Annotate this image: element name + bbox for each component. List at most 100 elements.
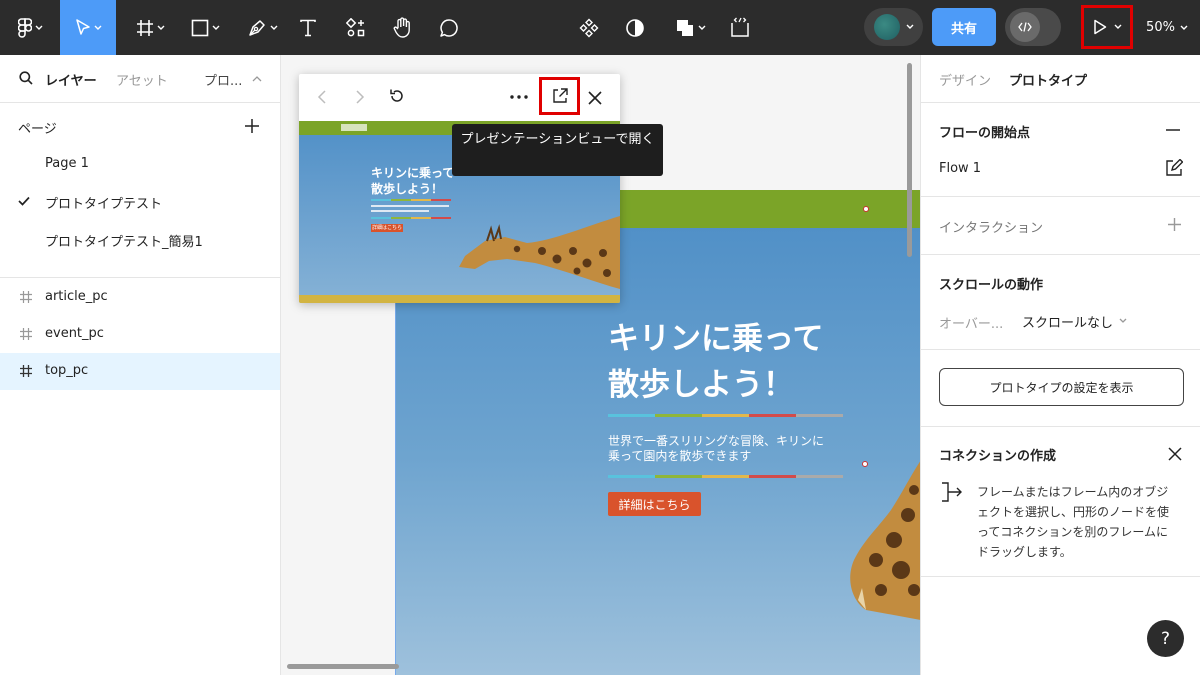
horizontal-scrollbar[interactable] bbox=[287, 664, 399, 669]
tab-assets[interactable]: アセット bbox=[116, 70, 168, 89]
move-tool-button[interactable] bbox=[60, 0, 116, 55]
edit-icon[interactable] bbox=[1165, 159, 1183, 177]
canvas[interactable]: キリンに乗って 散歩しよう！ 世界で一番スリリングな冒険、キリンに 乗って園内を… bbox=[281, 55, 920, 675]
user-avatar-button[interactable] bbox=[864, 8, 923, 46]
connection-help-line: ってコネクションを別のフレームに bbox=[977, 525, 1169, 539]
hand-tool-icon bbox=[393, 16, 410, 38]
more-options-icon[interactable] bbox=[510, 95, 528, 99]
frame-icon bbox=[20, 328, 32, 340]
pen-tool-button[interactable] bbox=[240, 0, 284, 55]
dev-mode-button[interactable] bbox=[724, 0, 756, 55]
thumb-title: キリンに乗って 散歩しよう！ bbox=[371, 166, 455, 196]
layer-row-selected[interactable]: top_pc bbox=[0, 353, 280, 390]
add-page-icon[interactable] bbox=[245, 119, 259, 133]
tab-prototype[interactable]: プロトタイプ bbox=[1009, 70, 1087, 89]
thumb-stripe bbox=[371, 217, 451, 219]
overflow-label: オーバー... bbox=[939, 317, 1004, 332]
share-button[interactable]: 共有 bbox=[932, 8, 996, 46]
present-play-icon bbox=[1093, 19, 1106, 35]
move-tool-icon bbox=[75, 18, 90, 35]
boolean-button[interactable] bbox=[668, 0, 712, 55]
chevron-down-icon bbox=[906, 24, 913, 29]
divider-stripe bbox=[608, 475, 843, 478]
layer-row[interactable]: event_pc bbox=[0, 316, 280, 353]
resources-button[interactable] bbox=[340, 0, 372, 55]
divider-stripe bbox=[608, 414, 843, 417]
overflow-value: スクロールなし bbox=[1022, 315, 1114, 331]
prototype-preview-window[interactable]: キリンに乗って 散歩しよう！ 詳細はこちら bbox=[299, 74, 620, 303]
contrast-button[interactable] bbox=[619, 0, 651, 55]
add-interaction-icon[interactable] bbox=[1168, 218, 1181, 231]
help-button[interactable]: ? bbox=[1147, 620, 1184, 657]
page-item[interactable]: Page 1 bbox=[45, 156, 89, 171]
tab-layers[interactable]: レイヤー bbox=[45, 70, 97, 89]
main-menu-button[interactable] bbox=[8, 0, 52, 55]
thumb-giraffe-image bbox=[459, 216, 620, 289]
hero-subtitle-line2: 乗って園内を散歩できます bbox=[608, 449, 752, 463]
code-toggle-icon bbox=[1018, 22, 1032, 32]
close-icon[interactable] bbox=[588, 91, 602, 105]
zoom-level: 50% bbox=[1146, 20, 1175, 35]
shape-tool-button[interactable] bbox=[183, 0, 227, 55]
zoom-control[interactable]: 50% bbox=[1136, 0, 1198, 55]
component-button[interactable] bbox=[573, 0, 605, 55]
chevron-down-icon bbox=[698, 25, 705, 30]
contrast-icon bbox=[626, 18, 644, 37]
present-button[interactable] bbox=[1081, 5, 1133, 49]
vertical-scrollbar[interactable] bbox=[907, 63, 912, 257]
chevron-down-icon bbox=[1180, 25, 1188, 30]
frame-tool-icon bbox=[136, 19, 153, 36]
tab-design[interactable]: デザイン bbox=[939, 70, 991, 89]
comment-tool-button[interactable] bbox=[433, 0, 465, 55]
minus-icon[interactable] bbox=[1166, 129, 1180, 131]
page-item[interactable]: プロトタイプテスト bbox=[45, 193, 162, 212]
code-toggle-button[interactable] bbox=[1005, 8, 1061, 46]
connection-icon bbox=[942, 482, 962, 502]
frame-tool-button[interactable] bbox=[128, 0, 172, 55]
chevron-down-icon bbox=[212, 25, 219, 30]
close-icon[interactable] bbox=[1168, 447, 1182, 461]
chevron-down-icon bbox=[1114, 24, 1121, 29]
current-page-selector[interactable]: プロ... bbox=[204, 70, 242, 89]
frame-icon bbox=[20, 291, 32, 303]
resources-icon bbox=[346, 17, 365, 36]
thumb-stripe bbox=[371, 199, 451, 201]
node-handle[interactable] bbox=[863, 206, 869, 212]
boolean-icon bbox=[676, 19, 693, 36]
left-sidebar: レイヤー アセット プロ... ページ Page 1 プロトタイプテスト プロト… bbox=[0, 55, 281, 675]
layer-label: article_pc bbox=[45, 289, 108, 304]
search-icon[interactable] bbox=[19, 71, 33, 85]
top-toolbar: 共有 50% bbox=[0, 0, 1200, 55]
thumb-text-lines bbox=[371, 205, 449, 207]
hand-tool-button[interactable] bbox=[386, 0, 418, 55]
chevron-down-icon bbox=[1119, 318, 1127, 323]
chevron-down-icon bbox=[270, 25, 277, 30]
text-tool-button[interactable] bbox=[292, 0, 324, 55]
forward-arrow-icon[interactable] bbox=[355, 90, 365, 104]
hero-cta-button[interactable]: 詳細はこちら bbox=[608, 492, 701, 516]
thumb-cta-button: 詳細はこちら bbox=[371, 224, 403, 232]
flow-name[interactable]: Flow 1 bbox=[939, 161, 981, 176]
thumb-logo bbox=[341, 124, 367, 131]
layer-row[interactable]: article_pc bbox=[0, 279, 280, 316]
pen-tool-icon bbox=[248, 19, 265, 36]
giraffe-image bbox=[850, 461, 920, 620]
overflow-dropdown[interactable]: スクロールなし bbox=[1022, 311, 1127, 331]
connection-heading: コネクションの作成 bbox=[939, 449, 1057, 464]
interaction-heading: インタラクション bbox=[939, 221, 1044, 236]
chevron-down-icon bbox=[157, 25, 164, 30]
back-arrow-icon[interactable] bbox=[317, 90, 327, 104]
scroll-behavior-heading: スクロールの動作 bbox=[939, 278, 1044, 293]
page-item[interactable]: プロトタイプテスト_簡易1 bbox=[45, 231, 203, 250]
restart-icon[interactable] bbox=[389, 88, 405, 104]
connection-help-line: ドラッグします。 bbox=[977, 545, 1072, 559]
text-tool-icon bbox=[300, 19, 316, 36]
connection-help-line: フレームまたはフレーム内のオブジ bbox=[977, 485, 1169, 499]
tooltip: プレゼンテーションビューで開く bbox=[452, 124, 663, 176]
open-presentation-button[interactable] bbox=[539, 77, 580, 115]
prototype-settings-button[interactable]: プロトタイプの設定を表示 bbox=[939, 368, 1184, 406]
shape-tool-icon bbox=[191, 19, 208, 36]
thumb-footer-bar bbox=[299, 295, 620, 303]
figma-menu-icon bbox=[17, 17, 32, 38]
chevron-up-icon[interactable] bbox=[252, 75, 262, 82]
